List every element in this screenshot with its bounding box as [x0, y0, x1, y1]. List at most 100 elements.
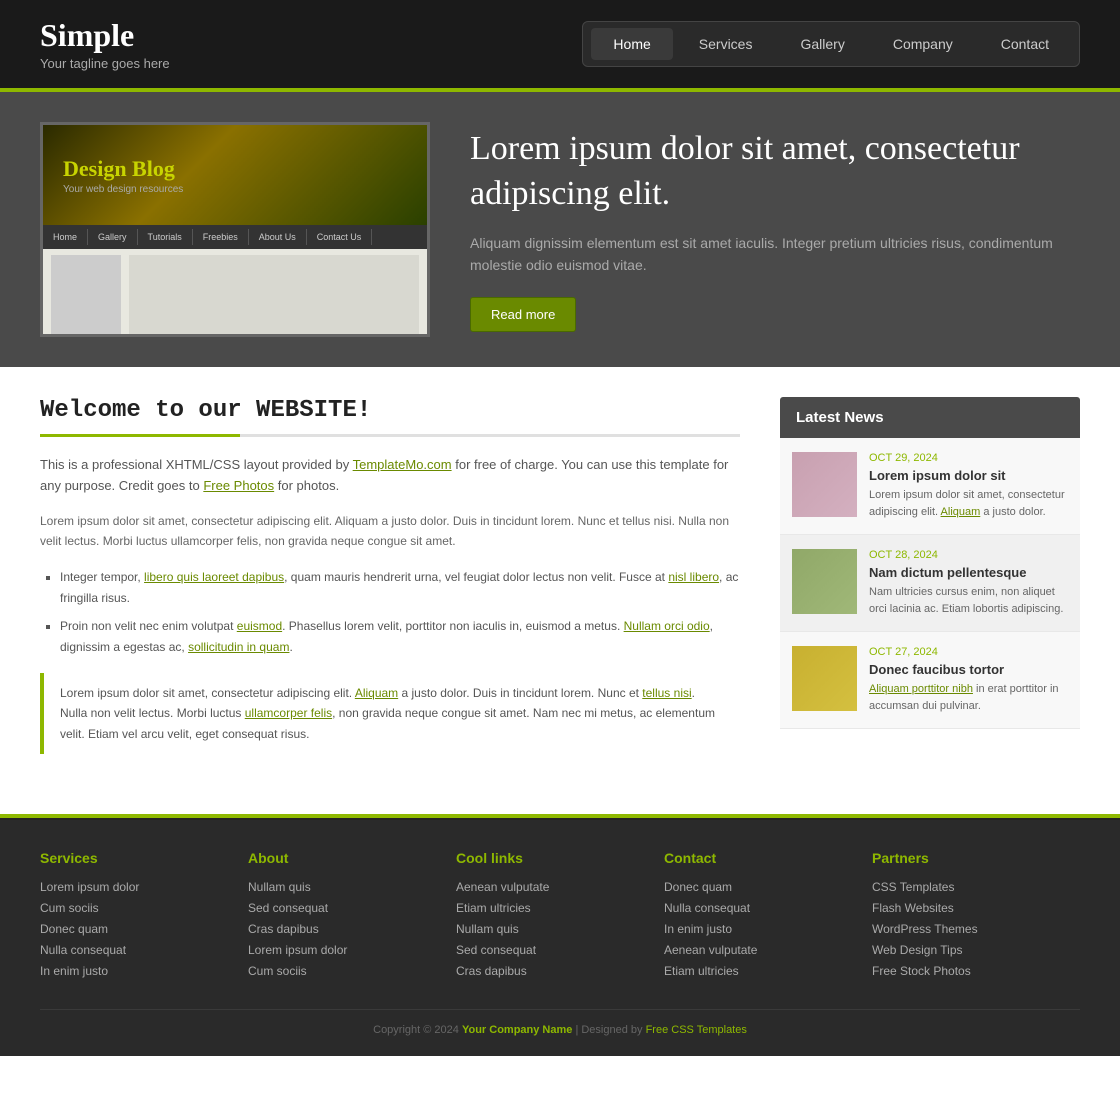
news-date-3: OCT 27, 2024 [869, 646, 1068, 658]
news-title-1: Lorem ipsum dolor sit [869, 468, 1068, 483]
footer-col-about: About Nullam quis Sed consequat Cras dap… [248, 850, 456, 985]
footer-partners-link-5[interactable]: Free Stock Photos [872, 964, 1060, 978]
news-info-3: OCT 27, 2024 Donec faucibus tortor Aliqu… [869, 646, 1068, 714]
news-title-2: Nam dictum pellentesque [869, 565, 1068, 580]
news-info-1: OCT 29, 2024 Lorem ipsum dolor sit Lorem… [869, 452, 1068, 520]
footer-col-services: Services Lorem ipsum dolor Cum sociis Do… [40, 850, 248, 985]
blog-subtitle: Your web design resources [63, 184, 183, 195]
logo: Simple Your tagline goes here [40, 17, 170, 71]
blog-nav: Home Gallery Tutorials Freebies About Us… [43, 225, 427, 249]
footer-about-link-4[interactable]: Lorem ipsum dolor [248, 943, 436, 957]
blog-header: Design Blog Your web design resources [43, 125, 427, 225]
news-excerpt-3: Aliquam porttitor nibh in erat porttitor… [869, 681, 1068, 714]
news-date-2: OCT 28, 2024 [869, 549, 1068, 561]
list-link-5[interactable]: sollicitudin in quam [188, 640, 289, 654]
site-title: Simple [40, 17, 170, 54]
news-link-3[interactable]: Aliquam porttitor nibh [869, 683, 973, 695]
designer-link[interactable]: Free CSS Templates [646, 1024, 747, 1036]
footer-partners-link-4[interactable]: Web Design Tips [872, 943, 1060, 957]
footer-coollinks-link-3[interactable]: Nullam quis [456, 922, 644, 936]
free-photos-link[interactable]: Free Photos [203, 478, 274, 493]
news-item-3: OCT 27, 2024 Donec faucibus tortor Aliqu… [780, 632, 1080, 729]
list-link-1[interactable]: libero quis laoreet dapibus [144, 570, 284, 584]
footer-columns: Services Lorem ipsum dolor Cum sociis Do… [40, 850, 1080, 985]
news-info-2: OCT 28, 2024 Nam dictum pellentesque Nam… [869, 549, 1068, 617]
copyright-text: Copyright © 2024 Your Company Name | Des… [373, 1024, 747, 1036]
intro-text: This is a professional XHTML/CSS layout … [40, 455, 740, 497]
hero-image: Design Blog Your web design resources Ho… [40, 122, 430, 337]
footer-coollinks-link-5[interactable]: Cras dapibus [456, 964, 644, 978]
news-item-2: OCT 28, 2024 Nam dictum pellentesque Nam… [780, 535, 1080, 632]
nav-contact[interactable]: Contact [979, 28, 1071, 60]
blog-content [43, 249, 427, 337]
blog-nav-gallery: Gallery [88, 229, 138, 245]
news-header: Latest News [780, 397, 1080, 438]
templatemo-link[interactable]: TemplateMo.com [353, 457, 452, 472]
news-excerpt-2: Nam ultricies cursus enim, non aliquet o… [869, 584, 1068, 617]
footer-about-link-2[interactable]: Sed consequat [248, 901, 436, 915]
body-text-1: Lorem ipsum dolor sit amet, consectetur … [40, 511, 740, 552]
hero-heading: Lorem ipsum dolor sit amet, consectetur … [470, 127, 1080, 215]
blockquote-link-1[interactable]: Aliquam [355, 686, 398, 700]
footer-services-link-4[interactable]: Nulla consequat [40, 943, 228, 957]
blockquote-link-2[interactable]: tellus nisi [642, 686, 691, 700]
news-link-1[interactable]: Aliquam [941, 506, 981, 518]
footer-about-link-3[interactable]: Cras dapibus [248, 922, 436, 936]
footer-coollinks-link-2[interactable]: Etiam ultricies [456, 901, 644, 915]
footer-contact-link-5[interactable]: Etiam ultricies [664, 964, 852, 978]
footer-bottom: Copyright © 2024 Your Company Name | Des… [40, 1009, 1080, 1036]
hero-section: Design Blog Your web design resources Ho… [0, 92, 1120, 367]
blog-title: Design Blog [63, 156, 183, 182]
nav-home[interactable]: Home [591, 28, 672, 60]
read-more-button[interactable]: Read more [470, 297, 576, 332]
content-list: Integer tempor, libero quis laoreet dapi… [60, 567, 740, 657]
list-item-1: Integer tempor, libero quis laoreet dapi… [60, 567, 740, 608]
news-date-1: OCT 29, 2024 [869, 452, 1068, 464]
footer-col-coollinks: Cool links Aenean vulputate Etiam ultric… [456, 850, 664, 985]
footer-contact-heading: Contact [664, 850, 852, 866]
footer-contact-link-3[interactable]: In enim justo [664, 922, 852, 936]
footer-partners-link-2[interactable]: Flash Websites [872, 901, 1060, 915]
blockquote: Lorem ipsum dolor sit amet, consectetur … [40, 673, 740, 754]
news-title-3: Donec faucibus tortor [869, 662, 1068, 677]
footer-col-partners: Partners CSS Templates Flash Websites Wo… [872, 850, 1080, 985]
hero-text: Lorem ipsum dolor sit amet, consectetur … [470, 127, 1080, 331]
company-link[interactable]: Your Company Name [462, 1024, 572, 1036]
news-thumb-1 [792, 452, 857, 517]
footer-partners-link-3[interactable]: WordPress Themes [872, 922, 1060, 936]
blockquote-text: Lorem ipsum dolor sit amet, consectetur … [60, 683, 724, 744]
footer-partners-heading: Partners [872, 850, 1060, 866]
footer-services-link-5[interactable]: In enim justo [40, 964, 228, 978]
blockquote-link-3[interactable]: ullamcorper felis [245, 706, 332, 720]
footer-partners-link-1[interactable]: CSS Templates [872, 880, 1060, 894]
news-thumb-2 [792, 549, 857, 614]
news-excerpt-1: Lorem ipsum dolor sit amet, consectetur … [869, 487, 1068, 520]
footer-services-link-2[interactable]: Cum sociis [40, 901, 228, 915]
footer-about-link-5[interactable]: Cum sociis [248, 964, 436, 978]
footer-contact-link-4[interactable]: Aenean vulputate [664, 943, 852, 957]
footer-about-link-1[interactable]: Nullam quis [248, 880, 436, 894]
footer-services-link-3[interactable]: Donec quam [40, 922, 228, 936]
blog-nav-tutorials: Tutorials [138, 229, 193, 245]
nav-company[interactable]: Company [871, 28, 975, 60]
blog-main [129, 255, 419, 337]
main-section: Welcome to our WEBSITE! This is a profes… [0, 367, 1120, 794]
list-link-2[interactable]: nisl libero [668, 570, 719, 584]
title-underline [40, 434, 740, 437]
footer-col-contact: Contact Donec quam Nulla consequat In en… [664, 850, 872, 985]
footer-contact-link-2[interactable]: Nulla consequat [664, 901, 852, 915]
main-nav: Home Services Gallery Company Contact [582, 21, 1080, 67]
nav-gallery[interactable]: Gallery [778, 28, 866, 60]
blog-nav-home: Home [43, 229, 88, 245]
footer-coollinks-link-4[interactable]: Sed consequat [456, 943, 644, 957]
nav-services[interactable]: Services [677, 28, 775, 60]
footer-coollinks-heading: Cool links [456, 850, 644, 866]
news-thumb-3 [792, 646, 857, 711]
footer-contact-link-1[interactable]: Donec quam [664, 880, 852, 894]
footer-coollinks-link-1[interactable]: Aenean vulputate [456, 880, 644, 894]
site-tagline: Your tagline goes here [40, 56, 170, 71]
list-link-4[interactable]: Nullam orci odio [624, 619, 710, 633]
list-link-3[interactable]: euismod [237, 619, 282, 633]
footer-services-link-1[interactable]: Lorem ipsum dolor [40, 880, 228, 894]
news-item-1: OCT 29, 2024 Lorem ipsum dolor sit Lorem… [780, 438, 1080, 535]
